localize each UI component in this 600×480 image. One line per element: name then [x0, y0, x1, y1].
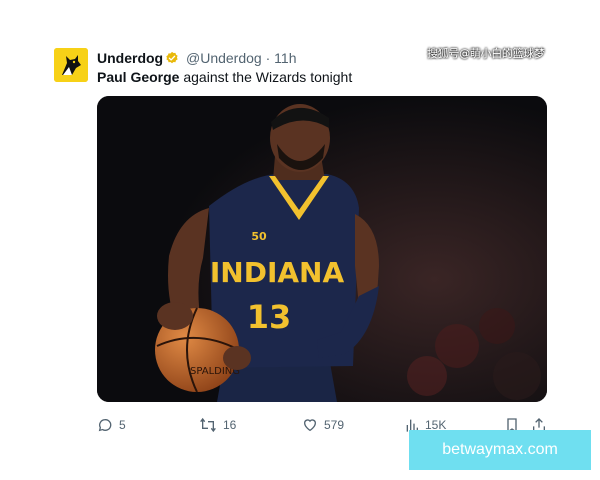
watermark-text: 搜狐号@萌小白的篮球梦 — [427, 47, 545, 60]
repost-icon — [200, 417, 216, 433]
underdog-logo-icon — [54, 48, 88, 82]
player-photo: INDIANA 13 50 SPALDING — [97, 96, 547, 402]
like-count: 579 — [324, 418, 345, 432]
jersey-number-text: 13 — [247, 298, 292, 336]
tweet-text-bold: Paul George — [97, 69, 180, 85]
ad-banner[interactable]: betwaymax.com — [409, 430, 591, 470]
separator-dot: · — [265, 50, 271, 66]
like-icon — [303, 419, 317, 432]
timestamp[interactable]: 11h — [274, 50, 296, 66]
like-button[interactable]: 579 — [302, 416, 344, 434]
jersey-team-text: INDIANA — [210, 256, 345, 289]
reply-button[interactable]: 5 — [97, 416, 126, 434]
ad-banner-text: betwaymax.com — [442, 441, 558, 458]
reply-icon — [98, 419, 112, 432]
tweet-text-rest: against the Wizards tonight — [179, 69, 353, 85]
display-name[interactable]: Underdog — [97, 50, 163, 66]
tweet-text: Paul George against the Wizards tonight — [97, 69, 352, 85]
handle[interactable]: @Underdog — [186, 50, 262, 66]
avatar[interactable] — [54, 48, 88, 82]
jersey-patch-text: 50 — [251, 230, 267, 243]
tweet-media-image[interactable]: INDIANA 13 50 SPALDING — [97, 96, 547, 402]
reply-count: 5 — [119, 418, 126, 432]
repost-button[interactable]: 16 — [199, 416, 236, 434]
tweet-header: Underdog @Underdog · 11h — [97, 50, 296, 68]
repost-count: 16 — [223, 418, 237, 432]
verified-badge-icon — [165, 51, 179, 68]
